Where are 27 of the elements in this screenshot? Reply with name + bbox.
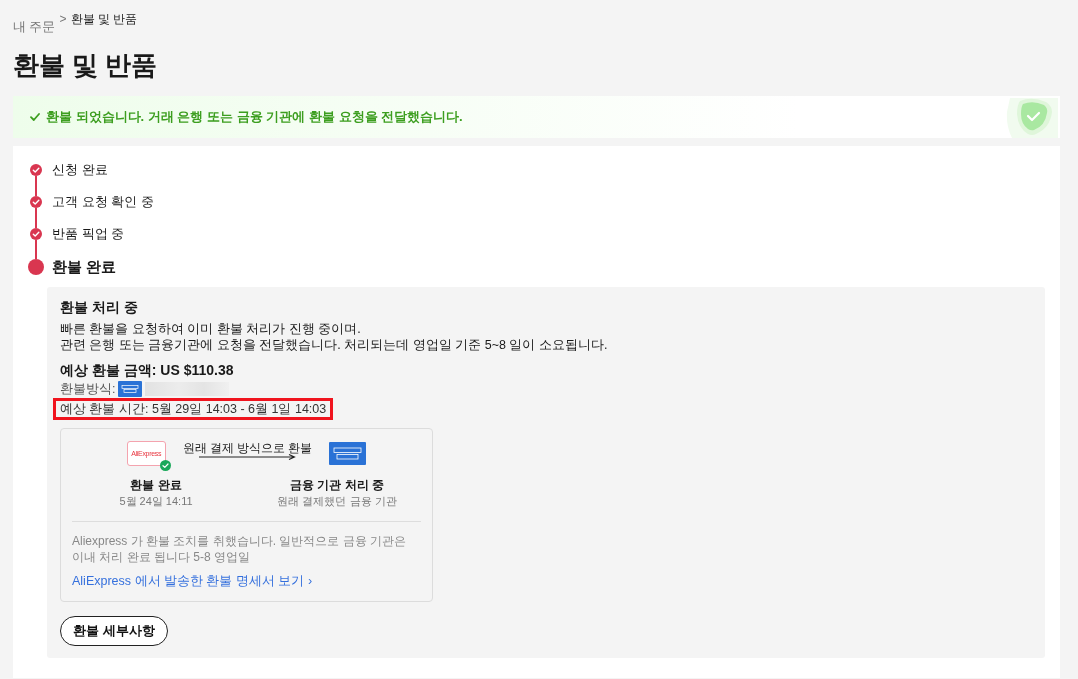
refund-note: Aliexpress 가 환불 조치를 취했습니다. 일반적으로 금융 기관은 이내 처리 완료 됩니다 5-8 영업일 xyxy=(72,533,408,565)
shield-check-icon xyxy=(1006,96,1058,138)
refund-description: 빠른 환불을 요청하여 이미 환불 처리가 진행 중이며. xyxy=(60,321,362,337)
arrow-icon xyxy=(199,454,296,460)
step-label: 고객 요청 확인 중 xyxy=(52,193,154,211)
refund-details-button[interactable]: 환불 세부사항 xyxy=(60,616,168,646)
check-icon xyxy=(30,113,40,121)
flow-step-subtitle: 원래 결제했던 금융 기관 xyxy=(276,494,398,509)
refund-time: 예상 환불 시간: 5월 29일 14:03 - 6월 1일 14:03 xyxy=(60,402,327,416)
step-label: 신청 완료 xyxy=(52,161,108,179)
breadcrumb-link[interactable]: 내 주문 xyxy=(13,19,56,35)
refund-description: 관련 은행 또는 금융기관에 요청을 전달했습니다. 처리되는데 영업일 기준 5~8 일이 소요됩니다. xyxy=(60,337,609,353)
flow-label: 원래 결제 방식으로 환불 xyxy=(182,441,313,455)
statement-link[interactable]: AliExpress 에서 발송한 환불 명세서 보기 › xyxy=(72,573,421,589)
refund-heading: 환불 처리 중 xyxy=(60,298,139,317)
refund-amount: 예상 환불 금액: US $110.38 xyxy=(60,361,235,380)
card-logo-icon xyxy=(118,381,143,397)
flow-step-title: 금융 기관 처리 중 xyxy=(289,477,385,493)
page-title: 환불 및 반품 xyxy=(13,49,159,82)
banner-message: 환불 되었습니다. 거래 은행 또는 금융 기관에 환불 요청을 전달했습니다. xyxy=(46,108,463,126)
flow-step-title: 환불 완료 xyxy=(129,477,183,493)
refund-method-label: 환불방식: xyxy=(60,380,116,398)
flow-step-subtitle: 5월 24일 14:11 xyxy=(118,494,194,509)
breadcrumb-separator: > xyxy=(59,11,67,28)
breadcrumb-text: 환불 및 반품 xyxy=(70,11,138,28)
step-label: 반품 픽업 중 xyxy=(52,225,125,243)
step-label: 환불 완료 xyxy=(52,257,117,277)
